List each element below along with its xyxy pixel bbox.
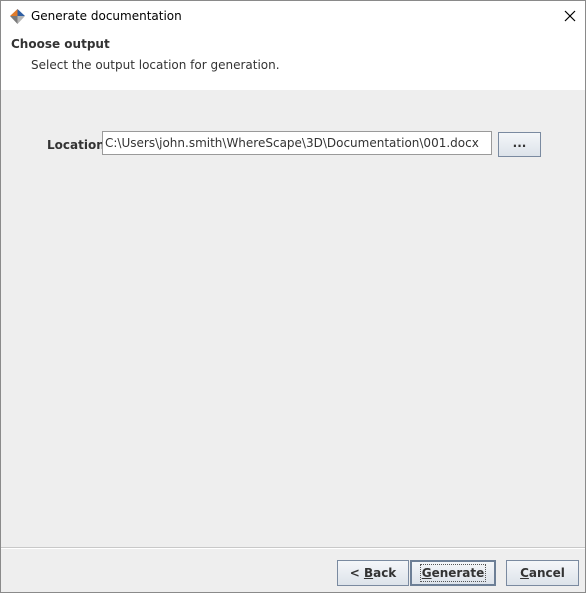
generate-label-rest: enerate [431,566,485,580]
close-button[interactable] [555,1,585,31]
step-description: Select the output location for generatio… [31,58,280,72]
cancel-button[interactable]: Cancel [506,560,579,586]
title-bar[interactable]: Generate documentation [1,1,585,31]
location-label: Location: [47,138,110,152]
wizard-header: Choose output Select the output location… [1,31,585,90]
window-title: Generate documentation [31,9,182,23]
location-input[interactable] [102,131,492,155]
browse-button[interactable]: ... [498,132,541,157]
back-label-rest: ack [373,566,397,580]
generate-documentation-dialog: Generate documentation Choose output Sel… [0,0,586,593]
app-icon [9,8,26,25]
cancel-label-mnemonic: C [520,566,529,580]
header-divider [1,89,585,90]
back-label-prefix: < [349,566,364,580]
cancel-label-rest: ancel [528,566,565,580]
back-label-mnemonic: B [363,566,374,580]
generate-focus-ring: Generate [419,564,487,582]
generate-button[interactable]: Generate [410,560,496,586]
back-button[interactable]: < Back [337,560,409,586]
close-icon [564,10,576,22]
step-title: Choose output [11,37,110,51]
generate-label-mnemonic: G [421,566,432,580]
footer-divider-highlight [1,548,585,549]
